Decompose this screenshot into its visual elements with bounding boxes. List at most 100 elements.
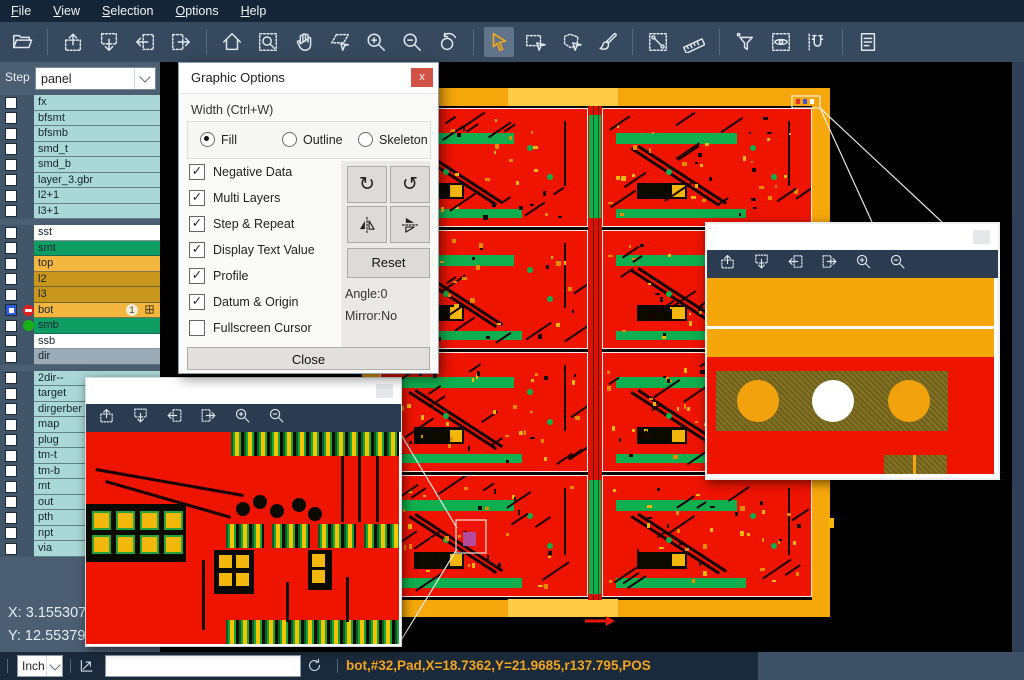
tool-zoom-in-icon[interactable] bbox=[361, 27, 391, 57]
tool-pan-up-icon[interactable] bbox=[719, 253, 736, 275]
checkbox-datum-origin[interactable]: ✓Datum & Origin bbox=[189, 294, 298, 310]
command-input[interactable] bbox=[105, 655, 301, 677]
checkbox-icon[interactable]: ✓ bbox=[189, 268, 205, 284]
layer-row-l2[interactable]: l2 bbox=[0, 272, 160, 288]
layer-row-smd_t[interactable]: smd_t bbox=[0, 142, 160, 158]
tool-pan-hand-icon[interactable] bbox=[289, 27, 319, 57]
layer-row-ssb[interactable]: ssb bbox=[0, 334, 160, 350]
layer-visibility-checkbox[interactable] bbox=[0, 464, 22, 480]
grid-icon[interactable] bbox=[144, 304, 155, 318]
tool-ruler-icon[interactable] bbox=[679, 27, 709, 57]
tool-home-view-icon[interactable] bbox=[217, 27, 247, 57]
layer-visibility-checkbox[interactable] bbox=[0, 495, 22, 511]
tool-zoom-previous-icon[interactable] bbox=[433, 27, 463, 57]
tool-filter-icon[interactable] bbox=[730, 27, 760, 57]
tool-pan-up-icon[interactable] bbox=[98, 407, 115, 429]
layer-name[interactable]: l2+1 bbox=[34, 188, 160, 204]
radio-icon[interactable] bbox=[358, 132, 373, 147]
tool-pan-left-icon[interactable] bbox=[130, 27, 160, 57]
layer-visibility-checkbox[interactable] bbox=[0, 173, 22, 189]
tool-select-group-icon[interactable] bbox=[556, 27, 586, 57]
checkbox-profile[interactable]: ✓Profile bbox=[189, 268, 248, 284]
unit-select[interactable]: Inch bbox=[17, 655, 63, 677]
canvas-right-scroll-strip[interactable] bbox=[1012, 62, 1024, 652]
tool-open-file-icon[interactable] bbox=[7, 27, 37, 57]
flip-horizontal-button[interactable] bbox=[347, 206, 387, 243]
layer-visibility-checkbox[interactable] bbox=[0, 241, 22, 257]
magnifier-detail-view[interactable] bbox=[86, 432, 399, 644]
checkbox-icon[interactable]: ✓ bbox=[189, 242, 205, 258]
rotate-ccw-button[interactable]: ↺ bbox=[390, 166, 430, 203]
checkbox-icon[interactable]: ✓ bbox=[189, 190, 205, 206]
tool-zoom-out-icon[interactable] bbox=[889, 253, 906, 275]
menu-view[interactable]: View bbox=[42, 0, 91, 22]
layer-visibility-checkbox[interactable] bbox=[0, 157, 22, 173]
layer-visibility-checkbox[interactable] bbox=[0, 349, 22, 365]
layer-name[interactable]: top bbox=[34, 256, 160, 272]
layer-row-smd_b[interactable]: smd_b bbox=[0, 157, 160, 173]
tool-pan-left-icon[interactable] bbox=[166, 407, 183, 429]
graphic-options-dialog[interactable]: Graphic Options x Width (Ctrl+W) FillOut… bbox=[178, 62, 439, 374]
tool-zoom-out-icon[interactable] bbox=[268, 407, 285, 429]
checkbox-negative-data[interactable]: ✓Negative Data bbox=[189, 164, 292, 180]
tool-pan-up-icon[interactable] bbox=[58, 27, 88, 57]
close-icon[interactable]: x bbox=[411, 68, 433, 87]
checkbox-display-text-value[interactable]: ✓Display Text Value bbox=[189, 242, 315, 258]
tool-brush-icon[interactable] bbox=[592, 27, 622, 57]
layer-name[interactable]: smd_t bbox=[34, 142, 160, 158]
layer-name[interactable]: bfsmt bbox=[34, 111, 160, 127]
window-button[interactable] bbox=[973, 230, 990, 244]
layer-visibility-checkbox[interactable] bbox=[0, 479, 22, 495]
tool-report-icon[interactable] bbox=[853, 27, 883, 57]
layer-visibility-checkbox[interactable] bbox=[0, 142, 22, 158]
magnifier-title-bar[interactable] bbox=[707, 224, 998, 250]
layer-visibility-checkbox[interactable] bbox=[0, 386, 22, 402]
layer-name[interactable]: l3 bbox=[34, 287, 160, 303]
menu-selection[interactable]: Selection bbox=[91, 0, 164, 22]
layer-name[interactable]: sst bbox=[34, 225, 160, 241]
checkbox-icon[interactable] bbox=[189, 320, 205, 336]
tool-zoom-in-icon[interactable] bbox=[855, 253, 872, 275]
layer-name[interactable]: dir bbox=[34, 349, 160, 365]
radio-icon[interactable] bbox=[200, 132, 215, 147]
tool-pan-down-icon[interactable] bbox=[753, 253, 770, 275]
layer-name[interactable]: fx bbox=[34, 95, 160, 111]
measure-angle-icon[interactable] bbox=[78, 656, 96, 679]
tool-measure-line-icon[interactable] bbox=[643, 27, 673, 57]
layer-name[interactable]: smb bbox=[34, 318, 160, 334]
layer-visibility-checkbox[interactable] bbox=[0, 541, 22, 557]
layer-row-l3+1[interactable]: l3+1 bbox=[0, 204, 160, 220]
layer-visibility-checkbox[interactable] bbox=[0, 433, 22, 449]
tool-snap-icon[interactable] bbox=[802, 27, 832, 57]
radio-icon[interactable] bbox=[282, 132, 297, 147]
step-select[interactable]: panel bbox=[35, 67, 156, 90]
menu-options[interactable]: Options bbox=[164, 0, 229, 22]
tool-pan-right-icon[interactable] bbox=[200, 407, 217, 429]
layer-row-dir[interactable]: dir bbox=[0, 349, 160, 365]
tool-view-options-icon[interactable] bbox=[766, 27, 796, 57]
layer-name[interactable]: layer_3.gbr bbox=[34, 173, 160, 189]
checkbox-multi-layers[interactable]: ✓Multi Layers bbox=[189, 190, 280, 206]
layer-visibility-checkbox[interactable] bbox=[0, 287, 22, 303]
layer-visibility-checkbox[interactable] bbox=[0, 526, 22, 542]
layer-visibility-checkbox[interactable] bbox=[0, 225, 22, 241]
layer-row-l2+1[interactable]: l2+1 bbox=[0, 188, 160, 204]
layer-visibility-checkbox[interactable] bbox=[0, 448, 22, 464]
tool-pan-left-icon[interactable] bbox=[787, 253, 804, 275]
close-button[interactable]: Close bbox=[187, 347, 430, 370]
layer-row-layer_3.gbr[interactable]: layer_3.gbr bbox=[0, 173, 160, 189]
layer-visibility-checkbox[interactable] bbox=[0, 272, 22, 288]
layer-row-sst[interactable]: sst bbox=[0, 225, 160, 241]
magnifier-corner-view[interactable] bbox=[707, 278, 994, 474]
layer-visibility-checkbox[interactable] bbox=[0, 371, 22, 387]
radio-outline[interactable]: Outline bbox=[282, 132, 343, 147]
tool-zoom-in-icon[interactable] bbox=[234, 407, 251, 429]
layer-row-l3[interactable]: l3 bbox=[0, 287, 160, 303]
checkbox-step-repeat[interactable]: ✓Step & Repeat bbox=[189, 216, 294, 232]
layer-row-bot[interactable]: bot1 bbox=[0, 303, 160, 319]
chevron-down-icon[interactable] bbox=[46, 656, 62, 676]
layer-visibility-checkbox[interactable] bbox=[0, 334, 22, 350]
tool-zoom-dynamic-icon[interactable] bbox=[325, 27, 355, 57]
sync-icon[interactable] bbox=[306, 657, 323, 679]
layer-row-fx[interactable]: fx bbox=[0, 95, 160, 111]
